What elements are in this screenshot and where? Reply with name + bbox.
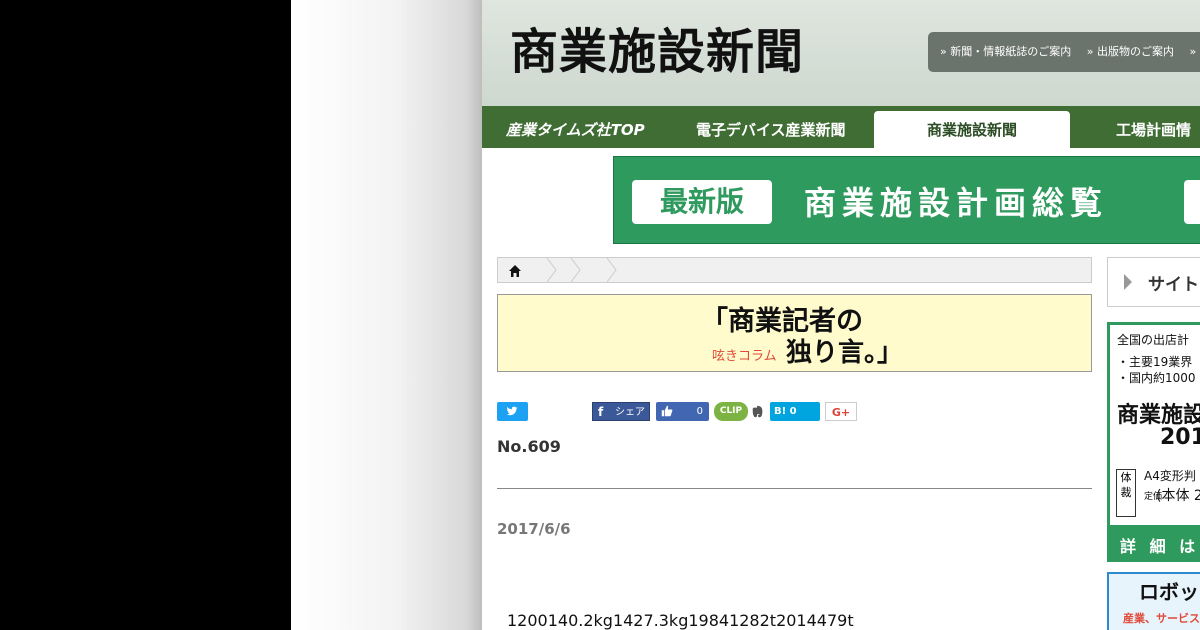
top-link-newspapers[interactable]: » 新聞・情報紙誌のご案内 [940, 32, 1071, 72]
ad-banner-facility-plans[interactable]: 最新版 商業施設計画総覧 [613, 156, 1200, 244]
ad2-subtitle: 産業、サービス [1123, 612, 1200, 625]
breadcrumb-separator-icon [570, 258, 581, 282]
clip-button[interactable]: CLIP [714, 402, 748, 421]
column-title-banner: 「商業記者の 呟きコラム 独り言。」 [497, 294, 1092, 372]
ad-line: ・国内約1000 [1117, 371, 1196, 385]
thumbs-up-icon [661, 405, 673, 417]
site-logo[interactable]: 商業施設新聞 [510, 22, 804, 82]
top-link-seminars[interactable]: » セ [1189, 32, 1200, 72]
column-title-end: 独り言。」 [786, 338, 904, 368]
ad-tai-label: 体裁 [1116, 469, 1136, 517]
left-shadow-gutter [291, 0, 482, 630]
evernote-elephant-icon [752, 405, 763, 418]
breadcrumb [497, 257, 1092, 283]
facebook-f-icon: f [598, 405, 604, 419]
double-chevron-icon: » [1086, 45, 1094, 58]
ad-line: ・主要19業界 [1117, 355, 1193, 369]
breadcrumb-separator-icon [606, 258, 617, 282]
home-icon[interactable] [508, 264, 522, 278]
twitter-bird-icon [506, 406, 518, 416]
tab-commercial-facility-news[interactable]: 商業施設新聞 [874, 111, 1070, 148]
column-title-sub: 呟きコラム [712, 349, 777, 364]
twitter-share-button[interactable] [497, 402, 528, 421]
column-number: No.609 [497, 437, 561, 456]
ad-line: 全国の出店計 [1117, 333, 1190, 347]
top-links-bar: » 新聞・情報紙誌のご案内 » 出版物のご案内 » セ [928, 32, 1200, 72]
tab-electronic-device-news[interactable]: 電子デバイス産業新聞 [696, 106, 846, 148]
evernote-button[interactable] [750, 402, 766, 421]
sidebar-ad-facility-plans[interactable]: 全国の出店計 ・主要19業界 ・国内約1000 商業施設 201 体裁 A4変形… [1107, 322, 1200, 562]
double-chevron-icon: » [1189, 45, 1197, 58]
hatena-bookmark-button[interactable]: B! 0 [770, 402, 820, 421]
tab-sangyo-times-top[interactable]: 産業タイムズ社TOP [506, 106, 645, 148]
ad-details-button[interactable]: 詳 細 は [1110, 525, 1200, 559]
page: 商業施設新聞 » 新聞・情報紙誌のご案内 » 出版物のご案内 » セ 産業タイム… [482, 0, 1200, 630]
article-date: 2017/6/6 [497, 520, 571, 538]
ad-year: 201 [1160, 425, 1200, 450]
ad-spec-price: (本体 2 [1156, 488, 1200, 504]
site-header: 商業施設新聞 » 新聞・情報紙誌のご案内 » 出版物のご案内 » セ [482, 0, 1200, 106]
facebook-share-button[interactable]: f シェア [592, 402, 650, 421]
google-plus-button[interactable]: G+ [825, 402, 857, 421]
ad-spec-size: A4変形判 [1144, 469, 1196, 483]
banner-cut-off-box [1184, 180, 1200, 224]
breadcrumb-separator-icon [546, 258, 557, 282]
sidebar-ad-robot[interactable]: ロボッ 産業、サービス [1107, 572, 1200, 630]
divider [497, 488, 1092, 489]
ad2-title: ロボッ [1139, 580, 1199, 604]
sidebar-heading-box: サイト [1107, 257, 1200, 307]
triangle-right-icon [1124, 274, 1132, 290]
facebook-like-button[interactable]: 0 [656, 402, 709, 421]
banner-title: 商業施設計画総覧 [804, 184, 1109, 222]
article-body-text: 1200140.2kg1427.3kg19841282t2014479t [507, 611, 854, 630]
sidebar-heading: サイト [1148, 275, 1199, 295]
main-nav: 産業タイムズ社TOP 電子デバイス産業新聞 商業施設新聞 工場計画情 [482, 106, 1200, 148]
top-link-publications[interactable]: » 出版物のご案内 [1087, 32, 1174, 72]
banner-badge-latest: 最新版 [632, 180, 772, 224]
tab-factory-plan-info[interactable]: 工場計画情 [1116, 106, 1191, 148]
facebook-like-count: 0 [696, 406, 703, 417]
double-chevron-icon: » [940, 45, 947, 58]
